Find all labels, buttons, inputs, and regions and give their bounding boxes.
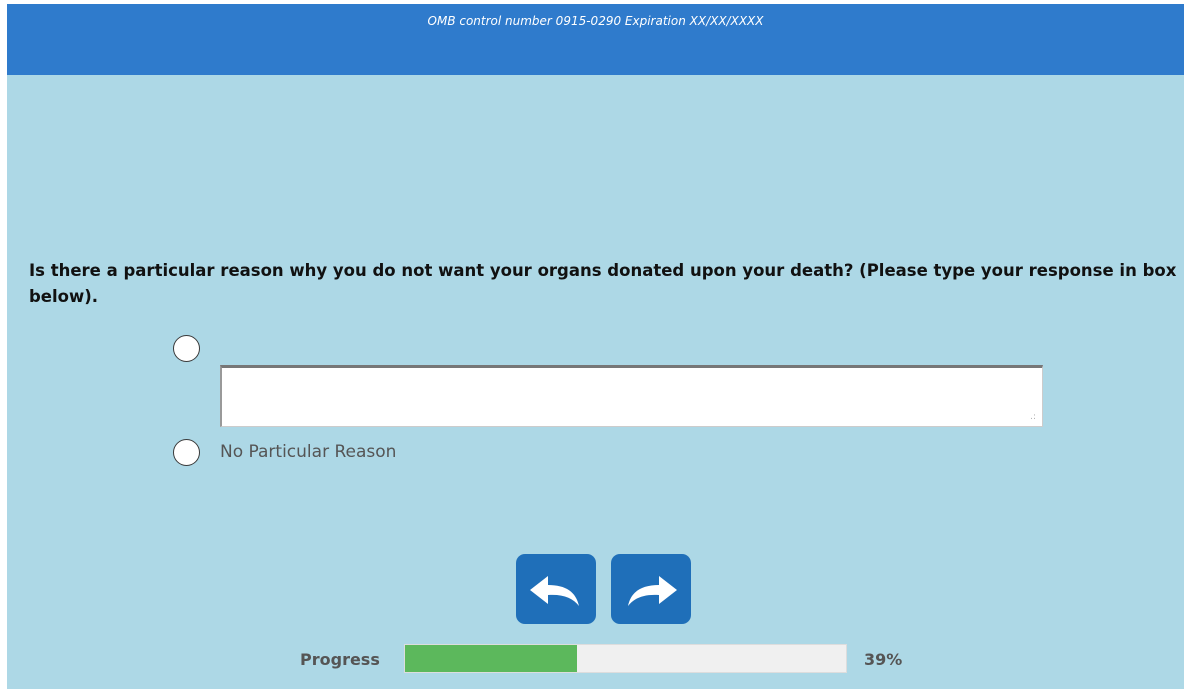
other-reason-radio[interactable] (173, 335, 200, 362)
survey-page: OMB control number 0915-0290 Expiration … (0, 0, 1184, 689)
resize-grip-icon[interactable]: .: (1030, 413, 1036, 422)
no-particular-reason-radio[interactable] (173, 439, 200, 466)
reason-text-input[interactable]: .: (220, 365, 1043, 427)
back-button[interactable] (516, 554, 596, 624)
progress-percent: 39% (864, 650, 903, 669)
next-button[interactable] (611, 554, 691, 624)
back-arrow-icon (530, 576, 579, 606)
header-bar: OMB control number 0915-0290 Expiration … (7, 4, 1184, 75)
omb-control-text: OMB control number 0915-0290 Expiration … (427, 14, 764, 28)
no-particular-reason-label[interactable]: No Particular Reason (220, 442, 396, 462)
forward-arrow-icon (628, 576, 677, 606)
progress-bar (404, 644, 847, 673)
progress-fill (405, 645, 577, 672)
survey-content: Is there a particular reason why you do … (7, 75, 1184, 689)
question-text: Is there a particular reason why you do … (29, 261, 1177, 306)
progress-label: Progress (300, 650, 380, 669)
